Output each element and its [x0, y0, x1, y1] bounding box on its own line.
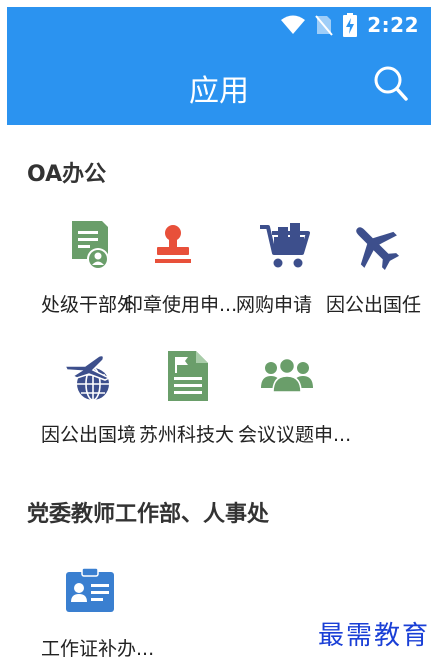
search-button[interactable]: [371, 64, 411, 104]
travel-globe-icon: [63, 354, 111, 401]
no-sim-icon: [315, 14, 334, 36]
app-tile-label: 因公出国任: [326, 294, 422, 316]
document-flag-icon: [168, 351, 208, 401]
search-icon: [374, 66, 408, 101]
status-icons: 2:22: [281, 7, 419, 42]
airplane-icon: [356, 227, 400, 271]
stamp-icon: [155, 225, 191, 263]
app-tile-label: 会议议题申...: [238, 424, 352, 446]
watermark-logo: 最需教育: [317, 621, 430, 651]
status-time: 2:22: [367, 12, 419, 37]
battery-charging-icon: [343, 12, 358, 37]
meeting-people-icon: [261, 357, 313, 393]
shopping-cart-icon: [260, 223, 310, 268]
app-tile-label: 工作证补办...: [41, 638, 155, 660]
page-title: 应用: [189, 74, 249, 109]
section-title-personnel: 党委教师工作部、人事处: [27, 502, 270, 527]
certificate-icon: [72, 221, 109, 270]
section-title-oa: OA办公: [27, 162, 107, 187]
app-tile-label: 印章使用申...: [124, 294, 238, 316]
wifi-icon: [281, 15, 306, 34]
app-bar: 应用: [7, 42, 431, 125]
id-card-icon: [66, 567, 114, 612]
status-bar: 2:22: [7, 7, 431, 42]
